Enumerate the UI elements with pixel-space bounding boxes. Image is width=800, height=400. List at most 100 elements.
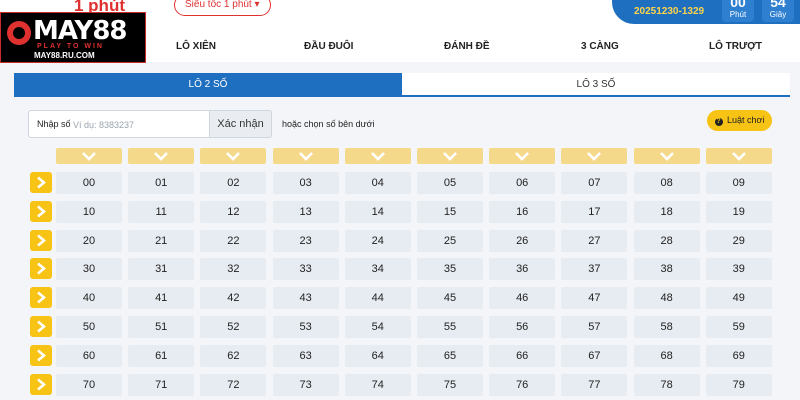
number-cell[interactable]: 59	[705, 316, 772, 338]
select-column-button[interactable]	[56, 148, 122, 164]
select-row-button[interactable]	[30, 200, 52, 222]
select-row-button[interactable]	[30, 344, 52, 366]
number-cell[interactable]: 49	[705, 287, 772, 310]
rules-button[interactable]: ? Luật chơi	[707, 110, 772, 131]
number-cell[interactable]: 26	[489, 229, 556, 252]
number-cell[interactable]: 42	[200, 287, 267, 310]
number-cell[interactable]: 34	[344, 258, 411, 281]
select-column-button[interactable]	[561, 148, 628, 164]
tab-lo-3-so[interactable]: LÔ 3 SỐ	[402, 73, 790, 97]
number-cell[interactable]: 36	[489, 258, 556, 281]
select-row-button[interactable]	[30, 229, 52, 251]
select-column-button[interactable]	[200, 148, 267, 164]
number-cell[interactable]: 38	[633, 258, 700, 281]
number-cell[interactable]: 30	[56, 258, 122, 281]
number-cell[interactable]: 54	[344, 316, 411, 338]
number-cell[interactable]: 20	[56, 229, 122, 252]
number-cell[interactable]: 61	[128, 344, 195, 367]
number-cell[interactable]: 24	[344, 229, 411, 252]
number-cell[interactable]: 17	[561, 200, 628, 223]
number-cell[interactable]: 14	[344, 200, 411, 223]
number-cell[interactable]: 75	[417, 373, 483, 396]
number-cell[interactable]: 46	[489, 287, 556, 310]
select-row-button[interactable]	[30, 258, 52, 280]
number-cell[interactable]: 22	[200, 229, 267, 252]
number-cell[interactable]: 52	[200, 316, 267, 338]
number-cell[interactable]: 25	[417, 229, 483, 252]
number-cell[interactable]: 70	[56, 373, 122, 396]
nav-item-danh-de[interactable]: ĐÁNH ĐỀ	[444, 41, 490, 52]
number-cell[interactable]: 12	[200, 200, 267, 223]
number-cell[interactable]: 11	[128, 200, 195, 223]
confirm-button[interactable]: Xác nhận	[209, 110, 272, 138]
number-cell[interactable]: 33	[272, 258, 339, 281]
tab-lo-2-so[interactable]: LÔ 2 SỐ	[14, 73, 402, 97]
number-cell[interactable]: 16	[489, 200, 556, 223]
number-cell[interactable]: 44	[344, 287, 411, 310]
brand-logo[interactable]: MAY88 PLAY TO WIN MAY88.RU.COM	[0, 12, 146, 63]
select-row-button[interactable]	[30, 172, 52, 193]
number-cell[interactable]: 63	[272, 344, 339, 367]
number-cell[interactable]: 37	[561, 258, 628, 281]
number-cell[interactable]: 03	[272, 172, 339, 194]
select-column-button[interactable]	[344, 148, 411, 164]
select-row-button[interactable]	[30, 316, 52, 337]
number-cell[interactable]: 48	[633, 287, 700, 310]
number-cell[interactable]: 55	[417, 316, 483, 338]
number-cell[interactable]: 00	[56, 172, 122, 194]
select-row-button[interactable]	[30, 287, 52, 309]
number-cell[interactable]: 13	[272, 200, 339, 223]
number-cell[interactable]: 51	[128, 316, 195, 338]
number-cell[interactable]: 01	[128, 172, 195, 194]
number-cell[interactable]: 68	[633, 344, 700, 367]
number-cell[interactable]: 66	[489, 344, 556, 367]
number-cell[interactable]: 50	[56, 316, 122, 338]
number-cell[interactable]: 27	[561, 229, 628, 252]
number-cell[interactable]: 05	[417, 172, 483, 194]
number-cell[interactable]: 10	[56, 200, 122, 223]
number-cell[interactable]: 74	[344, 373, 411, 396]
number-cell[interactable]: 19	[705, 200, 772, 223]
number-cell[interactable]: 28	[633, 229, 700, 252]
number-cell[interactable]: 53	[272, 316, 339, 338]
nav-item-dau-duoi[interactable]: ĐẦU ĐUÔI	[304, 41, 353, 52]
number-cell[interactable]: 79	[705, 373, 772, 396]
number-cell[interactable]: 06	[489, 172, 556, 194]
number-cell[interactable]: 69	[705, 344, 772, 367]
number-cell[interactable]: 62	[200, 344, 267, 367]
select-column-button[interactable]	[128, 148, 195, 164]
select-column-button[interactable]	[272, 148, 339, 164]
number-cell[interactable]: 57	[561, 316, 628, 338]
number-input[interactable]	[73, 115, 203, 135]
number-cell[interactable]: 40	[56, 287, 122, 310]
number-cell[interactable]: 18	[633, 200, 700, 223]
number-cell[interactable]: 67	[561, 344, 628, 367]
nav-item-lo-truot[interactable]: LÔ TRƯỢT	[709, 41, 762, 52]
number-cell[interactable]: 23	[272, 229, 339, 252]
number-cell[interactable]: 07	[561, 172, 628, 194]
number-cell[interactable]: 71	[128, 373, 195, 396]
number-cell[interactable]: 09	[705, 172, 772, 194]
number-cell[interactable]: 64	[344, 344, 411, 367]
number-cell[interactable]: 58	[633, 316, 700, 338]
number-cell[interactable]: 21	[128, 229, 195, 252]
number-cell[interactable]: 35	[417, 258, 483, 281]
number-cell[interactable]: 41	[128, 287, 195, 310]
number-cell[interactable]: 47	[561, 287, 628, 310]
number-cell[interactable]: 04	[344, 172, 411, 194]
number-cell[interactable]: 32	[200, 258, 267, 281]
number-cell[interactable]: 39	[705, 258, 772, 281]
speed-select[interactable]: Siêu tốc 1 phút ▾	[174, 0, 271, 16]
select-column-button[interactable]	[417, 148, 483, 164]
number-cell[interactable]: 15	[417, 200, 483, 223]
nav-item-lo-xien[interactable]: LÔ XIÊN	[176, 41, 216, 52]
select-column-button[interactable]	[705, 148, 772, 164]
number-cell[interactable]: 77	[561, 373, 628, 396]
select-row-button[interactable]	[30, 373, 52, 395]
number-cell[interactable]: 02	[200, 172, 267, 194]
number-cell[interactable]: 72	[200, 373, 267, 396]
number-cell[interactable]: 45	[417, 287, 483, 310]
number-cell[interactable]: 73	[272, 373, 339, 396]
number-cell[interactable]: 29	[705, 229, 772, 252]
number-cell[interactable]: 78	[633, 373, 700, 396]
